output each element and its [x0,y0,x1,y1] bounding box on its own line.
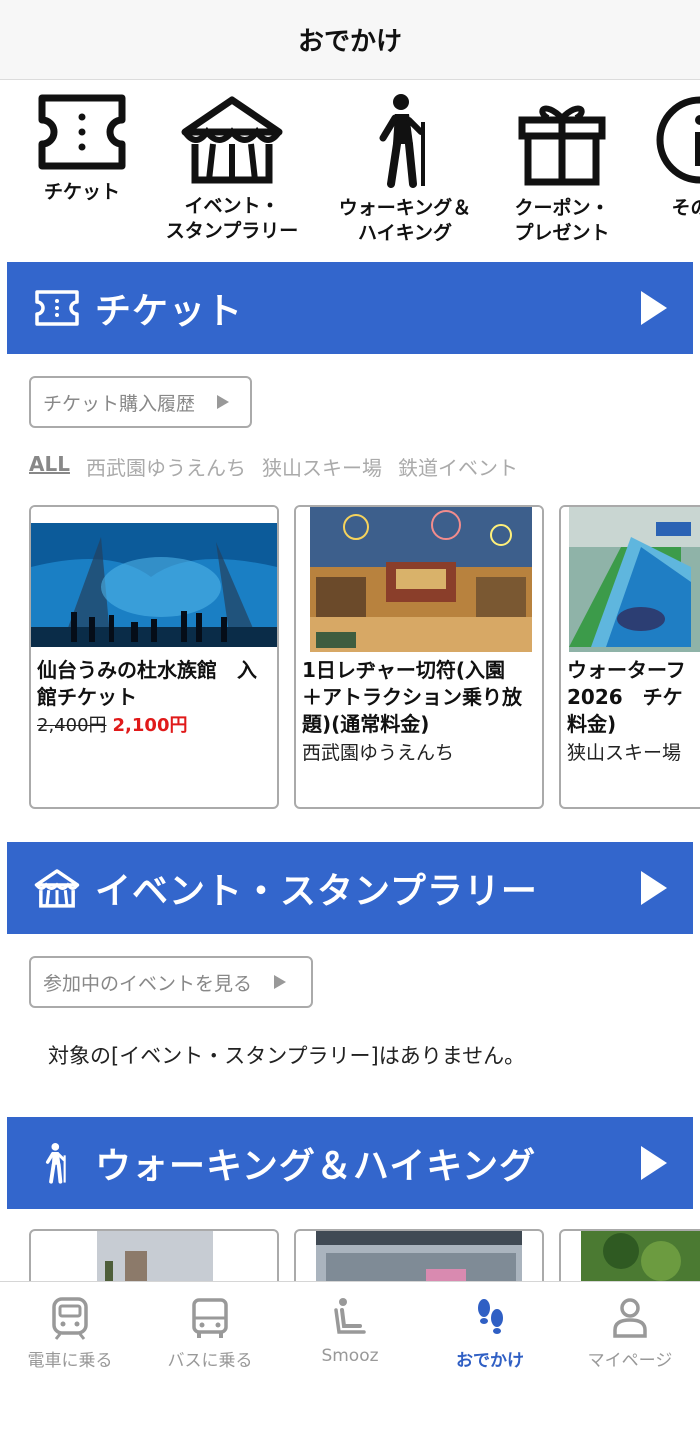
joined-events-button[interactable]: 参加中のイベントを見る [29,956,313,1008]
event-section-banner[interactable]: イベント・スタンプラリー [7,842,693,934]
walking-card-carousel[interactable] [29,1229,700,1289]
person-icon [613,1298,647,1338]
category-label: イベント・ スタンプラリー [165,195,299,242]
ticket-title: 仙台うみの杜水族館 入 館チケット [37,658,257,709]
empty-state-message: 対象の[イベント・スタンプラリー]はありません。 [48,1044,526,1068]
tab-train[interactable]: 電車に乗る [0,1296,140,1371]
ticket-section-banner[interactable]: チケット [7,262,693,354]
filter-tab-seibuen[interactable]: 西武園ゆうえんち [86,452,246,481]
tab-mypage[interactable]: マイページ [560,1296,700,1371]
category-label: その他 [671,197,700,219]
chevron-right-icon [641,871,667,905]
tab-label: おでかけ [456,1351,524,1371]
app-screen: おでかけ チケット イベント・ スタンプラリー ウォーキング＆ ハイキング クー… [0,0,700,1431]
seat-icon [334,1298,366,1334]
page-title: おでかけ [297,27,402,57]
info-icon [656,96,700,184]
category-other[interactable]: その他 [620,92,700,221]
tab-label: 電車に乗る [27,1351,113,1371]
aquarium-photo [31,507,277,652]
ticket-card-carousel[interactable]: 仙台うみの杜水族館 入 館チケット 2,400円 2,100円 1日レヂャー切符… [29,505,700,810]
ticket-card[interactable]: 仙台うみの杜水族館 入 館チケット 2,400円 2,100円 [29,505,279,809]
category-label: ウォーキング＆ ハイキング [338,197,472,244]
filter-tab-railway-event[interactable]: 鉄道イベント [398,452,518,481]
play-arrow-icon [274,975,287,989]
bottom-tab-bar: 電車に乗る バスに乗る Smooz おでかけ マイページ [0,1281,700,1431]
ticket-icon [38,94,126,170]
section-title: イベント・スタンプラリー [95,871,538,912]
tab-label: マイページ [587,1351,673,1371]
ticket-history-button[interactable]: チケット購入履歴 [29,376,252,428]
button-label: チケット購入履歴 [43,392,196,415]
play-arrow-icon [217,395,230,409]
tab-bus[interactable]: バスに乗る [140,1296,280,1371]
category-ticket[interactable]: チケット [2,92,162,205]
gift-icon [518,105,606,186]
ticket-title: 1日レヂャー切符(入園 ＋アトラクション乗り放 題)(通常料金) [302,658,522,736]
section-title: チケット [95,291,244,332]
category-event[interactable]: イベント・ スタンプラリー [152,92,312,244]
circus-tent-icon [34,869,80,908]
header-bar: おでかけ [0,0,700,80]
sale-price: 2,100円 [112,715,188,736]
chevron-right-icon [641,1146,667,1180]
section-title: ウォーキング＆ハイキング [95,1146,537,1187]
ticket-icon [35,290,79,326]
ticket-card[interactable]: 1日レヂャー切符(入園 ＋アトラクション乗り放 題)(通常料金) 西武園ゆうえん… [294,505,544,809]
category-row[interactable]: チケット イベント・ スタンプラリー ウォーキング＆ ハイキング クーポン・ プ… [0,80,700,260]
walking-card[interactable] [29,1229,279,1289]
category-coupon[interactable]: クーポン・ プレゼント [482,92,642,246]
train-icon [52,1297,88,1340]
original-price: 2,400円 [37,715,107,736]
circus-tent-icon [181,96,283,184]
filter-tab-sayama-ski[interactable]: 狭山スキー場 [262,452,382,481]
filter-tab-all[interactable]: ALL [29,452,70,481]
chevron-right-icon [641,291,667,325]
ticket-venue: 西武園ゆうえんち [302,742,455,764]
category-label: チケット [43,181,120,203]
hiker-icon [379,94,425,188]
walking-card[interactable] [559,1229,700,1289]
ticket-card[interactable]: ウォーターフ 2026 チケ 料金) 狭山スキー場 [559,505,700,809]
tab-label: バスに乗る [167,1351,253,1371]
tab-smooz[interactable]: Smooz [280,1296,420,1366]
ticket-filter-tabs: ALL 西武園ゆうえんち 狭山スキー場 鉄道イベント [29,452,518,481]
category-label: クーポン・ プレゼント [514,197,610,244]
price-line: 2,400円 2,100円 [37,711,187,737]
footprints-icon [478,1299,503,1334]
tab-odekake[interactable]: おでかけ [420,1296,560,1371]
bus-icon [192,1298,228,1338]
walking-card[interactable] [294,1229,544,1289]
button-label: 参加中のイベントを見る [43,972,253,995]
water-slide-photo [561,507,700,652]
category-walking[interactable]: ウォーキング＆ ハイキング [325,92,485,246]
tab-label: Smooz [321,1346,379,1366]
amusement-park-illustration [296,507,542,652]
hiker-icon [45,1143,66,1184]
ticket-venue: 狭山スキー場 [567,742,682,764]
ticket-title: ウォーターフ 2026 チケ 料金) [567,658,686,736]
walking-section-banner[interactable]: ウォーキング＆ハイキング [7,1117,693,1209]
